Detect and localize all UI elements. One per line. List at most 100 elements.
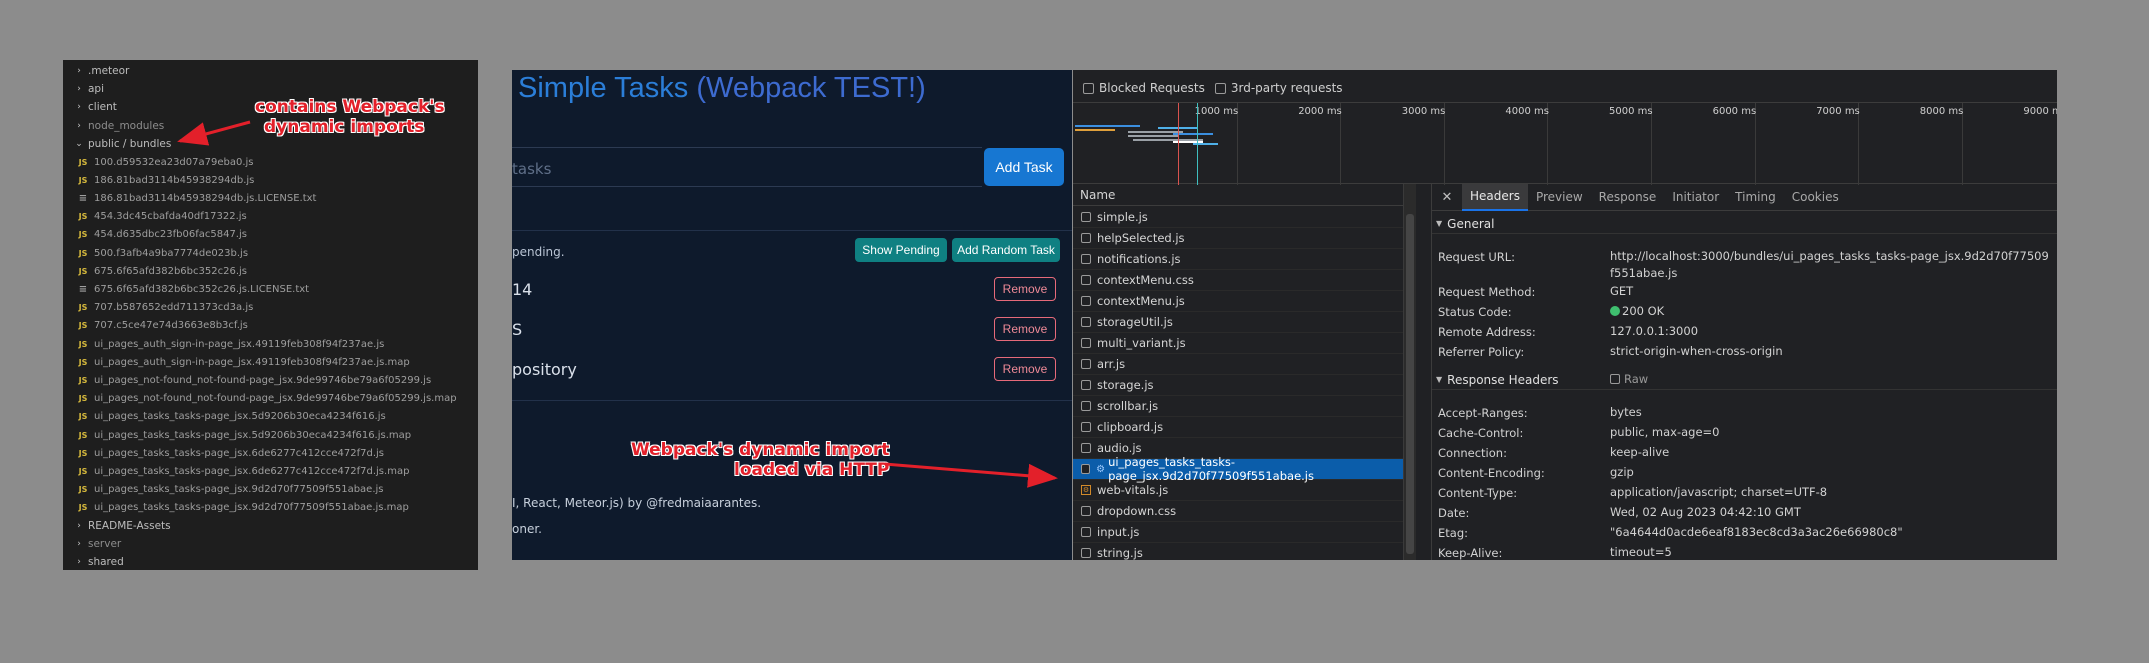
request-row[interactable]: storageUtil.js [1073,312,1403,333]
details-tabs: ✕ Headers Preview Response Initiator Timing C… [1432,183,2057,211]
js-file-icon: JS [78,503,88,513]
tab-headers[interactable]: Headers [1462,183,1528,211]
js-file-icon: JS [78,248,88,258]
request-file-icon [1081,401,1091,411]
folder-item[interactable]: › .meteor [73,62,129,80]
tab-preview[interactable]: Preview [1528,184,1591,211]
folder-item[interactable]: › node_modules [73,117,164,135]
file-name: 186.81bad3114b45938294db.js.LICENSE.txt [94,192,317,204]
file-item[interactable]: ≡ 186.81bad3114b45938294db.js.LICENSE.txt [75,189,317,207]
remove-button[interactable]: Remove [994,357,1056,381]
file-item[interactable]: JS ui_pages_auth_sign-in-page_jsx.49119fe… [75,353,410,371]
request-name: contextMenu.css [1097,273,1194,287]
folder-item[interactable]: ⌄ public / bundles [73,135,171,153]
tab-timing[interactable]: Timing [1727,184,1784,211]
close-icon[interactable]: ✕ [1432,190,1462,205]
file-item[interactable]: JS ui_pages_tasks_tasks-page_jsx.9d2d70f7… [75,481,384,499]
show-pending-button[interactable]: Show Pending [855,238,947,262]
request-name: simple.js [1097,210,1148,224]
request-row[interactable]: clipboard.js [1073,417,1403,438]
file-item[interactable]: JS ui_pages_tasks_tasks-page_jsx.5d9206b3… [75,408,386,426]
file-item[interactable]: JS 675.6f65afd382b6bc352c26.js [75,262,247,280]
header-key: Etag: [1438,526,1468,540]
file-item[interactable]: JS 707.b587652edd711373cd3a.js [75,299,254,317]
request-row[interactable]: notifications.js [1073,249,1403,270]
timeline-tick-label: 4000 ms [1505,106,1549,117]
third-party-label: 3rd-party requests [1230,81,1343,95]
file-item[interactable]: ≡ 675.6f65afd382b6bc352c26.js.LICENSE.txt [75,280,309,298]
js-file-icon: JS [78,394,88,404]
folder-item[interactable]: › server [73,535,121,553]
timeline-tick-label: 3000 ms [1401,106,1446,117]
raw-checkbox[interactable] [1610,374,1620,384]
add-task-button[interactable]: Add Task [984,148,1064,186]
request-row[interactable]: contextMenu.js [1073,291,1403,312]
annotation-line: Webpack's dynamic import [631,440,890,460]
file-name: 500.f3afb4a9ba7774de023b.js [94,247,249,259]
file-item[interactable]: JS 100.d59532ea23d07a79eba0.js [75,153,254,171]
remove-button[interactable]: Remove [994,317,1056,341]
js-file-icon: JS [78,303,88,313]
request-name: clipboard.js [1097,420,1164,434]
tab-initiator[interactable]: Initiator [1664,184,1727,211]
annotation-bundles: contains Webpack's dynamic imports [255,97,445,137]
timeline-tick-label: 6000 ms [1712,106,1757,117]
network-timeline[interactable]: 1000 ms 2000 ms 3000 ms 4000 ms 5000 ms 6000 … [1073,102,2057,185]
header-value: keep-alive [1610,445,1670,459]
request-row[interactable]: multi_variant.js [1073,333,1403,354]
raw-toggle[interactable]: Raw [1610,372,1648,386]
request-row[interactable]: ⚙ ui_pages_tasks_tasks-page_jsx.9d2d70f77… [1073,455,1403,483]
remove-button[interactable]: Remove [994,277,1056,301]
request-row[interactable]: arr.js [1073,354,1403,375]
request-row[interactable]: helpSelected.js [1073,228,1403,249]
file-item[interactable]: JS 454.d635dbc23fb06fac5847.js [75,226,247,244]
request-row[interactable]: string.js [1073,543,1403,560]
tab-cookies[interactable]: Cookies [1784,184,1847,211]
request-row[interactable]: scrollbar.js [1073,396,1403,417]
request-row[interactable]: dropdown.css [1073,501,1403,522]
status-code-text: 200 OK [1622,304,1665,318]
folder-item[interactable]: › shared [73,553,124,570]
scrollbar-thumb[interactable] [1406,214,1414,554]
request-row[interactable]: ⚙ web-vitals.js [1073,480,1403,501]
general-section-label: General [1447,216,1495,231]
general-section[interactable]: ▼ General [1432,214,2057,234]
name-column-header[interactable]: Name [1073,184,1416,206]
file-item[interactable]: JS 500.f3afb4a9ba7774de023b.js [75,244,248,262]
chevron-icon: ⌄ [75,138,83,149]
js-file-icon: JS [78,448,88,458]
file-item[interactable]: JS ui_pages_not-found_not-found-page_jsx.… [75,371,432,389]
folder-item[interactable]: › client [73,98,117,116]
task-input[interactable]: tasks [512,147,982,187]
add-random-task-button[interactable]: Add Random Task [952,238,1060,262]
folder-item[interactable]: › api [73,80,104,98]
file-item[interactable]: JS 707.c5ce47e74d3663e8b3cf.js [75,317,248,335]
file-item[interactable]: JS 454.3dc45cbafda40df17322.js [75,208,247,226]
folder-name: client [88,101,117,114]
request-file-icon [1081,548,1091,558]
tab-response[interactable]: Response [1591,184,1665,211]
folder-item[interactable]: › README-Assets [73,517,170,535]
file-item[interactable]: JS ui_pages_tasks_tasks-page_jsx.6de6277c… [75,444,384,462]
header-key: Content-Type: [1438,486,1518,500]
file-item[interactable]: JS ui_pages_tasks_tasks-page_jsx.5d9206b3… [75,426,412,444]
request-file-icon [1081,464,1091,474]
response-headers-section[interactable]: ▼ Response Headers [1432,370,2057,390]
file-item[interactable]: JS ui_pages_not-found_not-found-page_jsx.… [75,390,457,408]
header-value: http://localhost:3000/bundles/ui_pages_t… [1610,249,2049,280]
blocked-requests-checkbox[interactable] [1083,82,1094,94]
header-key: Remote Address: [1438,325,1536,339]
js-file-icon: JS [78,466,88,476]
request-name: multi_variant.js [1097,336,1186,350]
file-item[interactable]: JS ui_pages_auth_sign-in-page_jsx.49119fe… [75,335,385,353]
third-party-checkbox[interactable] [1214,82,1226,94]
request-row[interactable]: storage.js [1073,375,1403,396]
request-row[interactable]: contextMenu.css [1073,270,1403,291]
file-item[interactable]: JS ui_pages_tasks_tasks-page_jsx.6de6277c… [75,462,410,480]
file-item[interactable]: JS ui_pages_tasks_tasks-page_jsx.9d2d70f7… [75,499,409,517]
request-row[interactable]: simple.js [1073,207,1403,228]
timeline-tick-label: 2000 ms [1298,106,1342,117]
request-list-scrollbar[interactable] [1403,184,1416,560]
request-row[interactable]: input.js [1073,522,1403,543]
file-item[interactable]: JS 186.81bad3114b45938294db.js [75,171,255,189]
